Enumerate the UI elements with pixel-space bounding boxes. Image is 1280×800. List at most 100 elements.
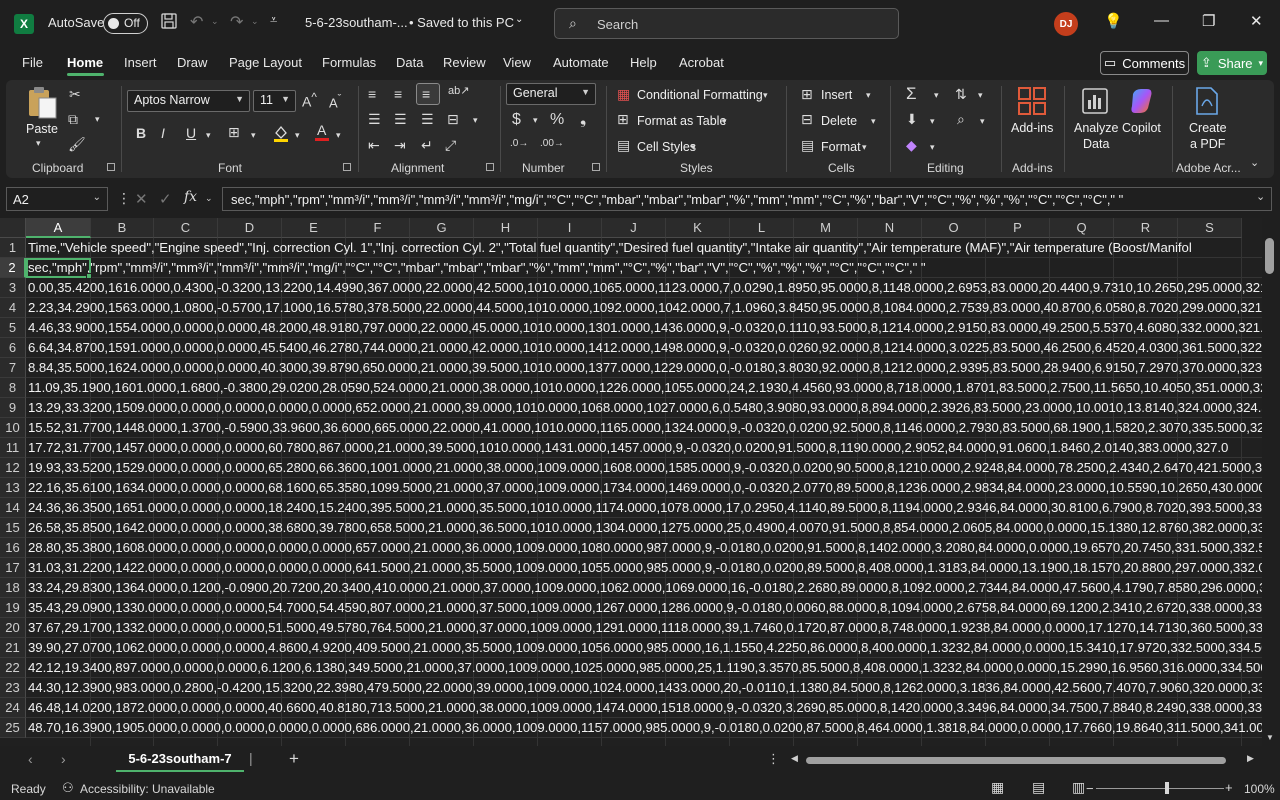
column-header-a[interactable]: A xyxy=(26,218,91,238)
align-bottom-icon[interactable]: ≡ xyxy=(416,83,440,105)
column-header-f[interactable]: F xyxy=(346,218,410,238)
column-header-b[interactable]: B xyxy=(91,218,154,238)
select-all-corner[interactable] xyxy=(0,218,26,238)
tab-file[interactable]: File xyxy=(22,55,43,70)
underline-dropdown-icon[interactable]: ▾ xyxy=(206,130,211,141)
align-center-icon[interactable]: ☰ xyxy=(394,111,407,128)
avatar[interactable]: DJ xyxy=(1054,12,1078,36)
horizontal-scroll-thumb[interactable] xyxy=(806,757,1226,764)
zoom-slider-thumb[interactable] xyxy=(1165,782,1169,794)
clear-dropdown-icon[interactable]: ▾ xyxy=(930,142,935,153)
column-header-j[interactable]: J xyxy=(602,218,666,238)
column-header-s[interactable]: S xyxy=(1178,218,1242,238)
analyze-data-icon[interactable] xyxy=(1080,86,1110,119)
conditional-formatting-button[interactable]: Conditional Formatting xyxy=(637,88,763,102)
paste-icon[interactable] xyxy=(26,86,58,123)
cell-a1[interactable]: Time,"Vehicle speed","Engine speed","Inj… xyxy=(28,238,1192,258)
cut-icon[interactable]: ✂ xyxy=(69,86,81,103)
orientation-icon[interactable]: ab↗ xyxy=(448,84,469,97)
bold-icon[interactable]: B xyxy=(136,125,146,141)
more-sheets-icon[interactable]: ⋮ xyxy=(767,751,780,767)
file-menu-chevron-icon[interactable]: ⌄ xyxy=(515,14,523,25)
font-launcher-icon[interactable] xyxy=(343,163,351,171)
row-header-5[interactable]: 5 xyxy=(0,318,26,338)
add-sheet-icon[interactable]: + xyxy=(289,749,299,769)
cell-a23[interactable]: 44.30,12.3900,983.0000,0.2800,-0.4200,15… xyxy=(28,678,1262,698)
format-as-table-icon[interactable]: ⊞ xyxy=(617,111,629,128)
font-name-dropdown[interactable]: Aptos Narrow ▼ xyxy=(127,90,250,112)
zoom-out-icon[interactable]: − xyxy=(1086,781,1094,796)
font-size-dropdown[interactable]: 11 ▼ xyxy=(253,90,296,112)
ribbon-collapse-chevron-icon[interactable]: ⌄ xyxy=(1250,156,1259,169)
row-header-15[interactable]: 15 xyxy=(0,518,26,538)
row-header-21[interactable]: 21 xyxy=(0,638,26,658)
chevron-down-icon[interactable]: ▾ xyxy=(871,116,876,127)
cell-a10[interactable]: 15.52,31.7700,1448.0000,1.3700,-0.5900,3… xyxy=(28,418,1262,438)
cell-a14[interactable]: 24.36,36.3500,1651.0000,0.0000,0.0000,18… xyxy=(28,498,1262,518)
page-break-view-icon[interactable]: ▥ xyxy=(1072,779,1085,796)
maximize-icon[interactable]: ❐ xyxy=(1202,12,1215,30)
cell-a21[interactable]: 39.90,27.0700,1062.0000,0.0000,0.0000,4.… xyxy=(28,638,1262,658)
format-as-table-button[interactable]: Format as Table xyxy=(637,114,726,128)
row-header-4[interactable]: 4 xyxy=(0,298,26,318)
paste-button[interactable]: Paste xyxy=(26,122,58,136)
column-header-q[interactable]: Q xyxy=(1050,218,1114,238)
create-pdf-button[interactable]: Create xyxy=(1189,121,1227,135)
autosave-toggle[interactable]: Off xyxy=(103,13,148,34)
row-header-24[interactable]: 24 xyxy=(0,698,26,718)
conditional-formatting-icon[interactable]: ▦ xyxy=(617,86,630,103)
delete-cells-button[interactable]: Delete xyxy=(821,114,857,128)
column-header-g[interactable]: G xyxy=(410,218,474,238)
fill-color-icon[interactable] xyxy=(272,124,290,145)
vertical-scrollbar[interactable] xyxy=(1262,232,1280,746)
scroll-right-icon[interactable]: ▶ xyxy=(1247,753,1254,764)
comma-style-icon[interactable]: ❟ xyxy=(580,111,586,129)
cell-styles-button[interactable]: Cell Styles xyxy=(637,140,696,154)
column-header-c[interactable]: C xyxy=(154,218,218,238)
find-select-dropdown-icon[interactable]: ▾ xyxy=(980,116,985,127)
column-header-m[interactable]: M xyxy=(794,218,858,238)
percent-icon[interactable]: % xyxy=(550,111,564,129)
cell-a11[interactable]: 17.72,31.7700,1457.0000,0.0000,0.0000,60… xyxy=(28,438,1228,458)
column-header-l[interactable]: L xyxy=(730,218,794,238)
text-direction-icon[interactable]: ⤢ xyxy=(445,137,456,154)
tab-review[interactable]: Review xyxy=(443,55,486,70)
redo-dropdown-icon[interactable]: ⌄ xyxy=(251,16,259,27)
align-right-icon[interactable]: ☰ xyxy=(421,111,434,128)
analyze-data-button[interactable]: Analyze xyxy=(1074,121,1118,135)
column-header-n[interactable]: N xyxy=(858,218,922,238)
tab-data[interactable]: Data xyxy=(396,55,423,70)
clipboard-launcher-icon[interactable] xyxy=(107,163,115,171)
row-header-16[interactable]: 16 xyxy=(0,538,26,558)
chevron-down-icon[interactable]: ▾ xyxy=(691,142,696,153)
cell-a4[interactable]: 2.23,34.2900,1563.0000,1.0800,-0.5700,17… xyxy=(28,298,1262,318)
cell-a12[interactable]: 19.93,33.5200,1529.0000,0.0000,0.0000,65… xyxy=(28,458,1262,478)
align-middle-icon[interactable]: ≡ xyxy=(394,86,402,102)
page-layout-view-icon[interactable]: ▤ xyxy=(1032,779,1045,796)
cell-a22[interactable]: 42.12,19.3400,897.0000,0.0000,0.0000,6.1… xyxy=(28,658,1262,678)
close-icon[interactable]: ✕ xyxy=(1250,12,1263,30)
column-header-p[interactable]: P xyxy=(986,218,1050,238)
chevron-down-icon[interactable]: ⌄ xyxy=(205,193,213,204)
row-header-13[interactable]: 13 xyxy=(0,478,26,498)
copy-icon[interactable]: ⧉ xyxy=(68,111,78,128)
zoom-level[interactable]: 100% xyxy=(1244,782,1275,796)
clear-icon[interactable]: ◆ xyxy=(906,137,917,154)
cell-a8[interactable]: 11.09,35.1900,1601.0000,1.6800,-0.3800,2… xyxy=(28,378,1262,398)
currency-dropdown-icon[interactable]: ▾ xyxy=(533,115,538,126)
cell-a17[interactable]: 31.03,31.2200,1422.0000,0.0000,0.0000,0.… xyxy=(28,558,1262,578)
undo-icon[interactable]: ↶ xyxy=(190,12,203,32)
cell-a5[interactable]: 4.46,33.9000,1554.0000,0.0000,0.0000,48.… xyxy=(28,318,1262,338)
worksheet-grid[interactable]: ABCDEFGHIJKLMNOPQRS 1 2 3 4 5 6 7 8 9 10 11 12 13 14 1… xyxy=(0,218,1262,746)
row-header-2[interactable]: 2 xyxy=(0,258,26,278)
tab-acrobat[interactable]: Acrobat xyxy=(679,55,724,70)
wrap-text-icon[interactable]: ↵ xyxy=(421,137,433,154)
row-header-6[interactable]: 6 xyxy=(0,338,26,358)
fill-handle[interactable] xyxy=(86,273,92,279)
cell-a6[interactable]: 6.64,34.8700,1591.0000,0.0000,0.0000,45.… xyxy=(28,338,1262,358)
fill-color-dropdown-icon[interactable]: ▾ xyxy=(295,130,300,141)
zoom-slider-track[interactable] xyxy=(1096,788,1224,789)
cell-a9[interactable]: 13.29,33.3200,1509.0000,0.0000,0.0000,0.… xyxy=(28,398,1262,418)
prev-sheet-icon[interactable]: ‹ xyxy=(28,751,33,767)
cell-styles-icon[interactable]: ▤ xyxy=(617,137,630,154)
